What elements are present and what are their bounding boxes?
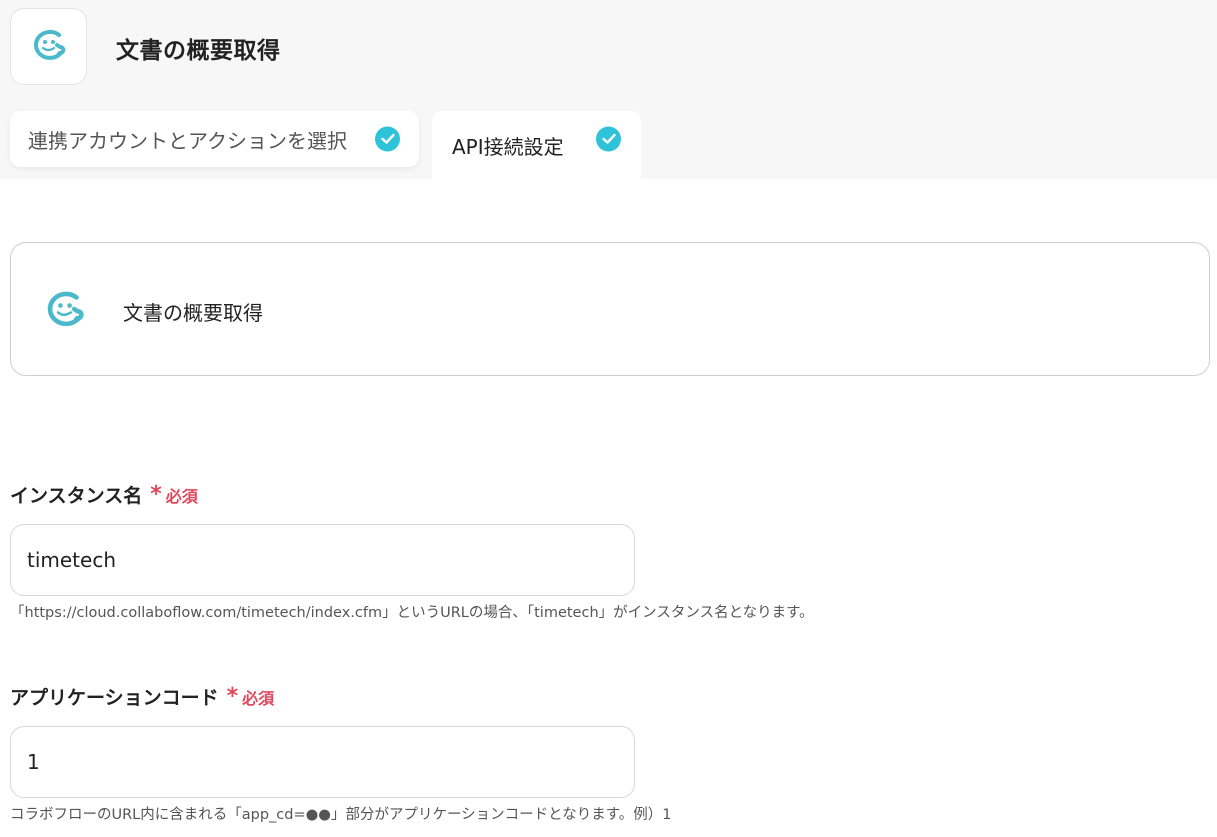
- instance-name-help: 「https://cloud.collaboflow.com/timetech/…: [10, 605, 814, 621]
- page-title: 文書の概要取得: [116, 38, 281, 64]
- required-asterisk: *: [226, 684, 239, 709]
- application-code-help: コラボフローのURL内に含まれる「app_cd=●●」部分がアプリケーションコー…: [10, 807, 672, 823]
- check-icon: [596, 126, 621, 152]
- collaboflow-logo-icon: [42, 287, 88, 335]
- required-asterisk: *: [150, 482, 162, 507]
- collaboflow-logo-icon: [29, 28, 69, 66]
- app-icon-box: [10, 8, 87, 85]
- field-label-text: アプリケーションコード: [10, 687, 219, 709]
- required-badge: 必須: [242, 688, 275, 708]
- tab-api-settings[interactable]: API接続設定: [432, 111, 641, 179]
- application-code-label: アプリケーションコード * 必須: [10, 683, 274, 710]
- action-title: 文書の概要取得: [123, 301, 263, 325]
- instance-name-label: インスタンス名 * 必須: [10, 481, 198, 508]
- tab-label: 連携アカウントとアクションを選択: [28, 128, 347, 153]
- top-area: 文書の概要取得 連携アカウントとアクションを選択 API接続設定: [0, 0, 1217, 179]
- check-icon: [375, 126, 400, 152]
- instance-name-input[interactable]: [10, 524, 635, 596]
- tab-select-account-action[interactable]: 連携アカウントとアクションを選択: [10, 111, 419, 167]
- application-code-input[interactable]: [10, 726, 635, 798]
- field-label-text: インスタンス名: [10, 485, 143, 507]
- required-badge: 必須: [165, 486, 198, 506]
- action-card: 文書の概要取得: [10, 242, 1210, 376]
- tab-label: API接続設定: [452, 134, 564, 159]
